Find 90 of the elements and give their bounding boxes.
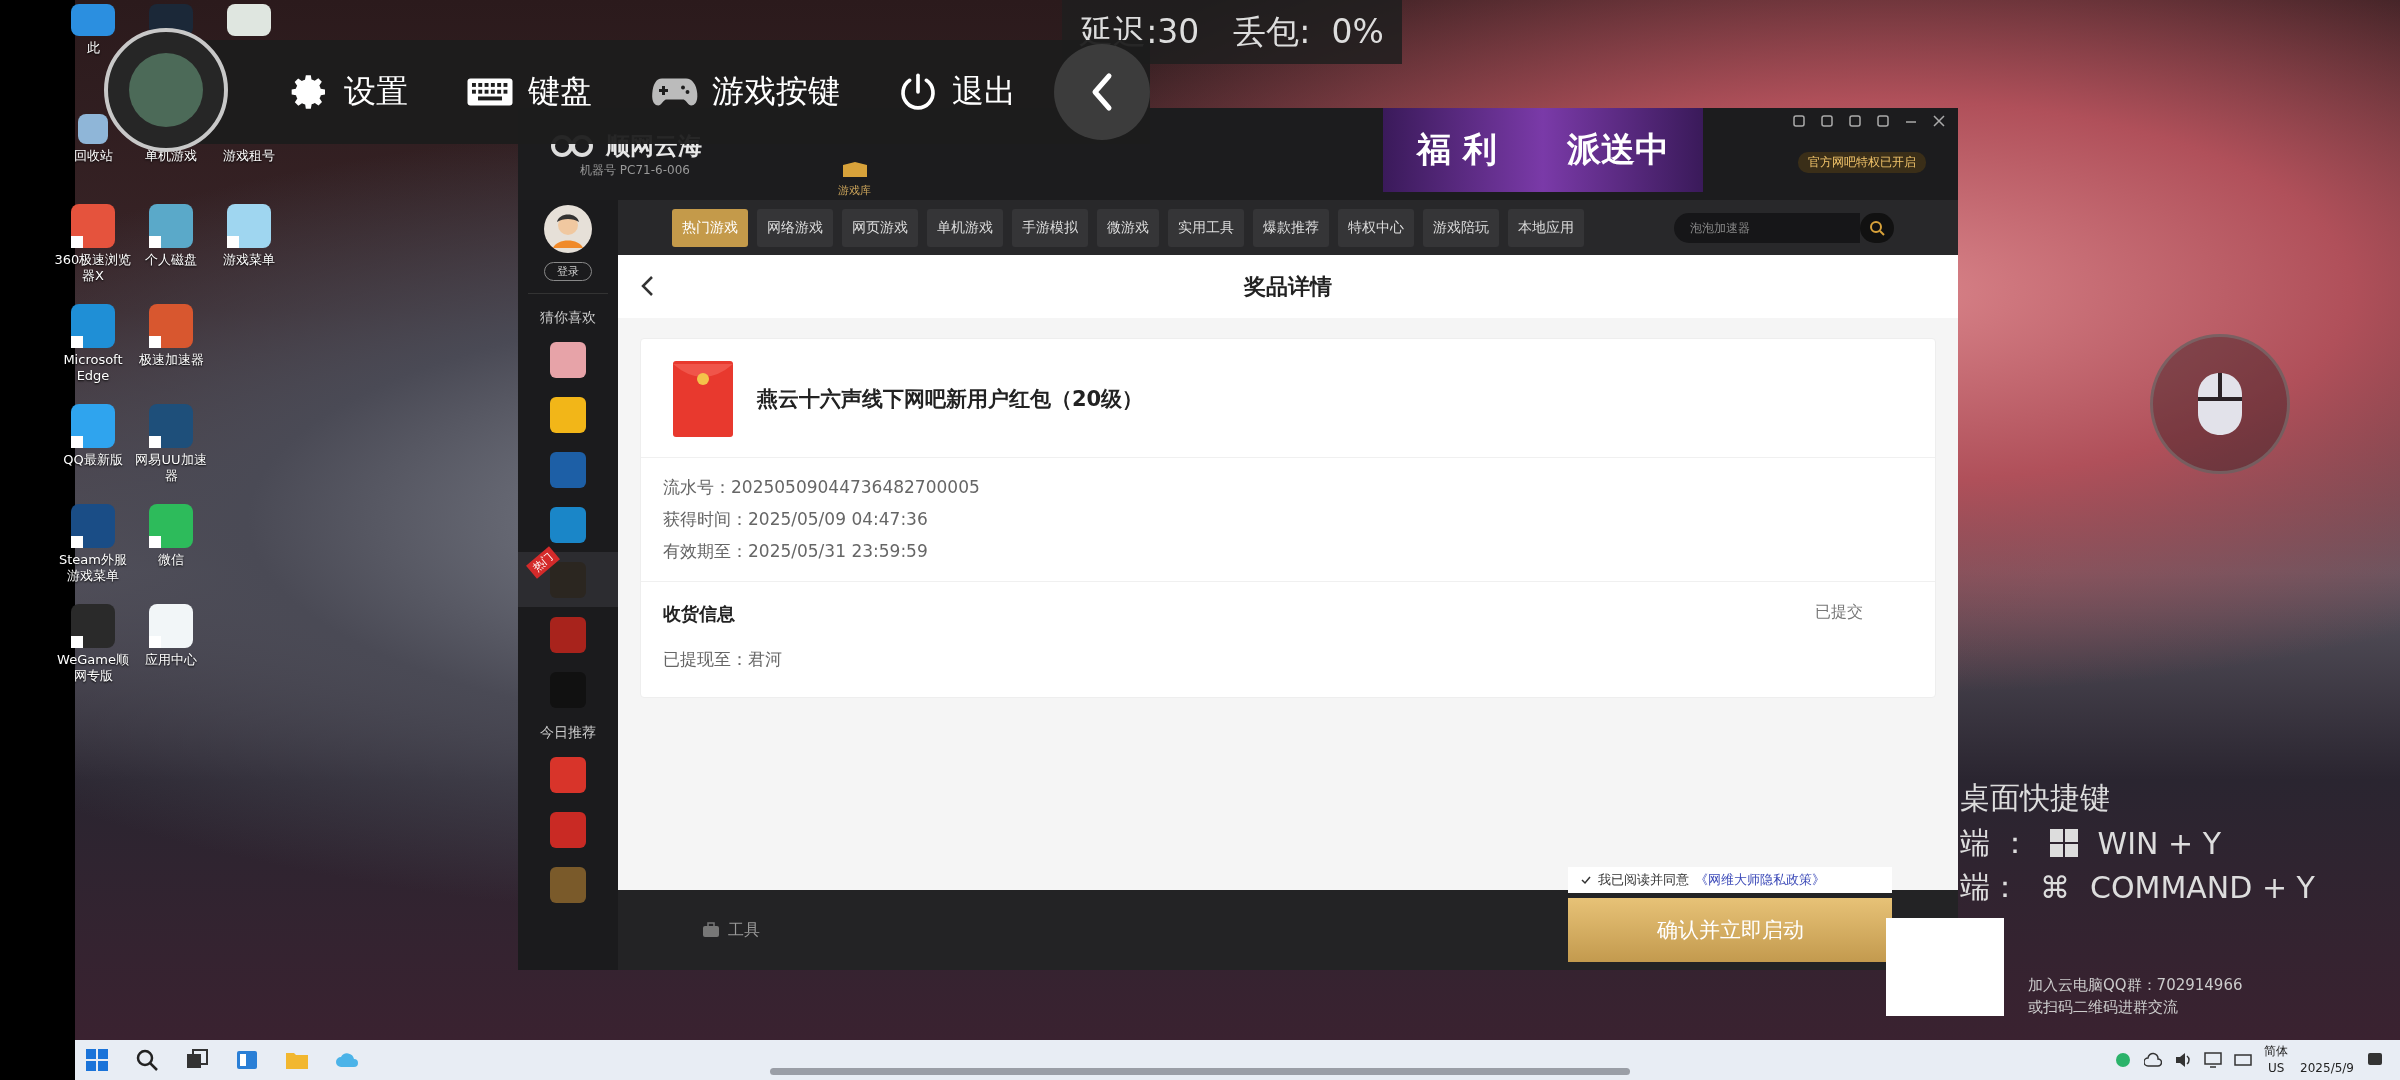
desktop-icon-label: QQ最新版 [62,452,124,468]
avatar-icon[interactable] [543,204,593,254]
packet-loss-text: 丢包: 0% [1233,10,1384,53]
category-tab[interactable]: 网页游戏 [842,208,918,247]
sidebar-heading: 今日推荐 [540,723,596,742]
desktop-icon-label: 回收站 [72,148,114,164]
shipping-detail: 已提现至：君河 [663,648,783,671]
monitor-icon[interactable] [2204,1051,2223,1069]
prize-title: 燕云十六声线下网吧新用户红包（20级） [757,386,1144,413]
desktop-icon-label: 微信 [157,552,185,568]
shortcut-platform-label: 端： [1960,867,2020,906]
keyboard-layout-text[interactable]: US [2267,1060,2285,1077]
app-icon[interactable] [149,304,193,348]
search-icon[interactable] [135,1048,159,1072]
promo-banner[interactable]: 福 利 派送中 [1383,108,1703,192]
app-icon[interactable] [227,4,271,36]
close-icon[interactable] [1932,114,1946,128]
desktop-icon-label: 游戏租号 [222,148,276,164]
app-icon[interactable] [78,114,108,144]
toolbox-icon [702,922,720,938]
latency-text: 延迟:30 [1080,10,1200,53]
toolbar-button[interactable]: 设置 [290,70,408,114]
desktop-icon-label: 游戏菜单 [222,252,276,268]
volume-icon[interactable] [2174,1051,2193,1069]
keyboard-icon [466,76,514,108]
category-tab[interactable]: 网络游戏 [757,208,833,247]
section-heading: 收货信息 [663,602,735,626]
tools-button[interactable]: 工具 [702,919,760,941]
category-tab[interactable]: 游戏陪玩 [1423,208,1499,247]
page-title: 奖品详情 [1244,272,1332,301]
cloud-icon[interactable] [2144,1051,2163,1069]
shortcut-title: 桌面快捷键 [1960,779,2111,817]
privacy-policy-link[interactable]: 《网维大师隐私政策》 [1695,871,1825,889]
app-icon[interactable] [71,304,115,348]
shortcut-platform-label: 端 ： [1960,823,2030,862]
desktop-icon-label: 360极速浏览器X [54,252,132,284]
power-icon [898,72,938,112]
machine-id: 机器号 PC71-6-006 [580,161,691,179]
category-tab[interactable]: 手游模拟 [1012,208,1088,247]
desktop-icon-label: 单机游戏 [144,148,198,164]
desktop-icon-label: 网易UU加速器 [134,452,208,484]
game-icon[interactable] [550,506,586,543]
game-library-button[interactable]: 游戏库 [838,160,871,198]
agreement-text: 我已阅读并同意 [1598,871,1689,889]
search-field[interactable]: 泡泡加速器 [1674,212,1860,243]
clock-date[interactable]: 2025/5/9 [2300,1061,2354,1075]
ime-mode-text[interactable]: 简体 [2264,1043,2289,1060]
prize-detail: 流水号：20250509044736482700005 [663,476,981,499]
desktop-icon-label: 应用中心 [144,652,198,668]
app-icon[interactable] [149,404,193,448]
category-tab[interactable]: 本地应用 [1508,208,1584,247]
shortcut-keys: WIN + Y [2097,825,2222,861]
qq-group-text: 或扫码二维码进群交流 [2028,998,2179,1017]
widgets-icon[interactable] [235,1048,259,1072]
keyboard-icon[interactable] [2234,1051,2253,1069]
qq-group-text: 加入云电脑QQ群：702914966 [2028,976,2243,995]
category-tab[interactable]: 微游戏 [1097,208,1159,247]
search-icon[interactable] [1860,212,1894,243]
mouse-icon [2196,371,2244,437]
envelope-icon [673,361,733,437]
category-tab[interactable]: 特权中心 [1338,208,1414,247]
command-icon: ⌘ [2040,869,2070,905]
status-text: 已提交 [1815,602,1863,623]
desktop-icon-label: 此 [85,40,101,56]
app-icon[interactable] [71,504,115,548]
desktop-icon-label: Microsoft Edge [62,352,124,384]
app-icon[interactable] [71,204,115,248]
game-icon[interactable] [550,396,586,433]
shortcut-keys: COMMAND + Y [2090,869,2315,905]
category-tab[interactable]: 单机游戏 [927,208,1003,247]
desktop-icon-label: WeGame顺网专版 [56,652,130,684]
gamepad-icon [650,76,698,108]
toolbar-button[interactable]: 游戏按键 [650,70,840,114]
toolbar-button[interactable]: 键盘 [466,70,592,114]
game-icon[interactable] [550,341,586,378]
windows-icon [2049,829,2078,857]
app-icon[interactable] [71,604,115,648]
category-tab[interactable]: 实用工具 [1168,208,1244,247]
category-tab[interactable]: 爆款推荐 [1253,208,1329,247]
desktop-icon-label: Steam外服游戏菜单 [58,552,128,584]
app-logo-text: 顺网云海 [606,130,702,162]
agreement-checkbox[interactable] [1580,874,1592,886]
desktop-icon-label: 极速加速器 [137,352,205,368]
prize-detail: 获得时间：2025/05/09 04:47:36 [663,508,929,531]
desktop-icon-label: 个人磁盘 [144,252,198,268]
prize-detail: 有效期至：2025/05/31 23:59:59 [663,540,929,563]
privilege-badge: 官方网吧特权已开启 [1798,152,1926,173]
sidebar-heading: 猜你喜欢 [540,308,596,327]
toolbar-button[interactable]: 退出 [898,70,1016,114]
start-icon[interactable] [85,1048,109,1072]
